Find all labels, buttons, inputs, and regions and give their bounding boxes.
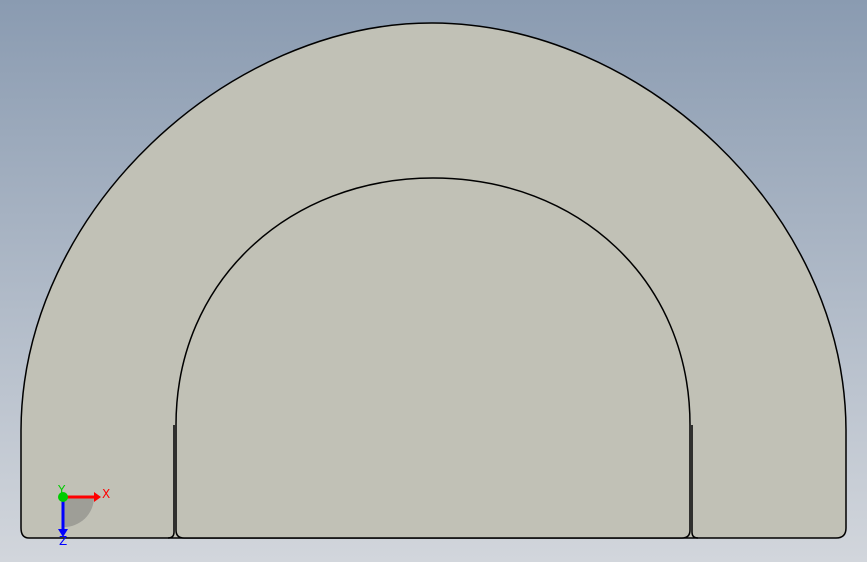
graphics-viewport[interactable]: X Y Z (0, 0, 867, 562)
y-axis-label: Y (57, 483, 66, 497)
x-axis-label: X (102, 487, 110, 501)
model-canvas[interactable]: X Y Z (0, 0, 867, 562)
z-axis-label: Z (59, 534, 67, 548)
